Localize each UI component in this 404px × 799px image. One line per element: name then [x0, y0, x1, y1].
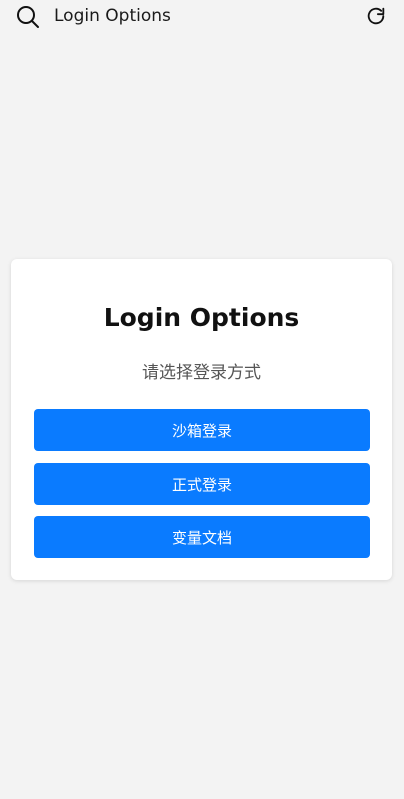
sandbox-login-button[interactable]: 沙箱登录	[34, 409, 370, 451]
card-subtitle: 请选择登录方式	[142, 363, 261, 383]
production-login-button[interactable]: 正式登录	[34, 463, 370, 505]
production-login-label: 正式登录	[171, 475, 232, 494]
refresh-icon[interactable]	[365, 5, 387, 27]
page-title: Login Options	[54, 6, 171, 26]
variable-docs-button[interactable]: 变量文档	[34, 516, 370, 558]
login-card: Login Options 请选择登录方式 沙箱登录 正式登录 变量文档	[11, 259, 392, 580]
variable-docs-label: 变量文档	[171, 528, 232, 547]
search-icon[interactable]	[16, 5, 40, 29]
top-bar: Login Options	[0, 0, 404, 32]
card-title: Login Options	[103, 303, 300, 332]
sandbox-login-label: 沙箱登录	[171, 421, 232, 440]
